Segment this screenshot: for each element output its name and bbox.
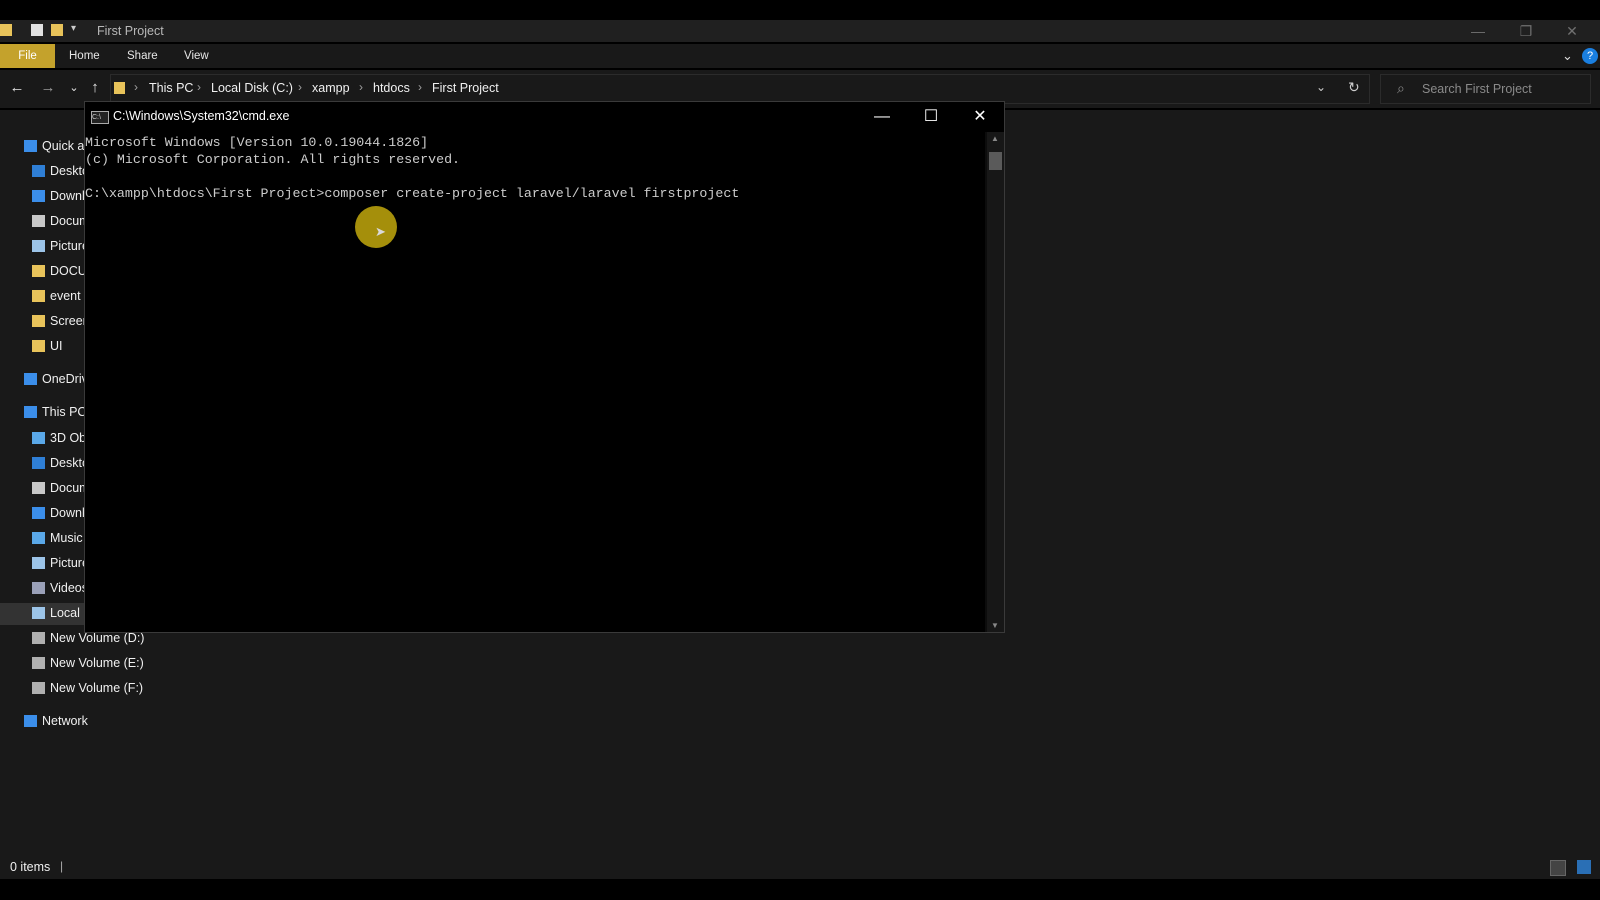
music-icon (32, 532, 45, 544)
desktop-icon (32, 457, 45, 469)
console-line: (c) Microsoft Corporation. All rights re… (85, 152, 461, 167)
details-view-icon[interactable] (1550, 860, 1566, 876)
network-icon (24, 715, 37, 727)
cmd-minimize-button[interactable]: — (859, 102, 905, 132)
status-bar: 0 items | (0, 855, 1600, 879)
recent-locations-icon[interactable]: ⌄ (63, 81, 85, 94)
up-arrow-icon[interactable]: ↑ (84, 79, 106, 96)
console-line: Microsoft Windows [Version 10.0.19044.18… (85, 135, 429, 150)
window-title: First Project (97, 24, 164, 38)
folder-icon (32, 340, 45, 352)
breadcrumb-separator: › (134, 80, 138, 94)
breadcrumb-local-disk[interactable]: Local Disk (C:) (211, 81, 293, 95)
video-icon (32, 582, 45, 594)
document-icon (32, 215, 45, 227)
cloud-icon (24, 373, 37, 385)
sidebar-item-label: UI (50, 339, 63, 353)
breadcrumb-xampp[interactable]: xampp (312, 81, 350, 95)
drive-icon (32, 682, 45, 694)
cmd-maximize-button[interactable]: ☐ (908, 102, 954, 132)
scroll-up-icon[interactable]: ▲ (991, 134, 999, 143)
drive-icon (32, 607, 45, 619)
sidebar-item-label: event (50, 289, 81, 303)
help-icon[interactable]: ? (1582, 48, 1598, 64)
cmd-title: C:\Windows\System32\cmd.exe (113, 109, 290, 123)
breadcrumb-this-pc[interactable]: This PC (149, 81, 193, 95)
minimize-button[interactable]: — (1455, 21, 1501, 41)
document-icon (32, 482, 45, 494)
sidebar-item-label: Videos (50, 581, 88, 595)
scroll-down-icon[interactable]: ▼ (991, 621, 999, 630)
sidebar-item[interactable]: Network (0, 711, 183, 733)
tab-view[interactable]: View (184, 44, 209, 68)
item-count: 0 items (10, 860, 51, 874)
download-icon (32, 507, 45, 519)
customize-quick-access-icon[interactable]: ▾ (71, 23, 83, 35)
search-input[interactable]: ⌕ Search First Project (1380, 74, 1591, 104)
explorer-title-bar: ▾ First Project — ❐ ✕ (0, 20, 1600, 42)
cmd-close-button[interactable]: ✕ (957, 102, 1003, 132)
sidebar-item-label: New Volume (F:) (50, 681, 144, 695)
status-divider: | (60, 859, 64, 873)
folder-icon (32, 290, 45, 302)
breadcrumb-separator: › (197, 80, 201, 94)
scrollbar-thumb[interactable] (989, 152, 1002, 170)
sidebar-item[interactable]: New Volume (E:) (0, 653, 183, 675)
sidebar-item-label: This PC (42, 405, 87, 419)
pc-icon (24, 406, 37, 418)
cmd-app-icon: C:\ (91, 111, 109, 124)
cursor-highlight: ➤ (355, 206, 397, 248)
ribbon-tabs: File Home Share View ⌄ ? (0, 44, 1600, 68)
search-placeholder: Search First Project (1422, 82, 1532, 96)
breadcrumb-separator: › (359, 80, 363, 94)
new-folder-icon[interactable] (51, 24, 63, 36)
search-icon: ⌕ (1397, 80, 1405, 96)
breadcrumb-htdocs[interactable]: htdocs (373, 81, 410, 95)
sidebar-item-label: Music (50, 531, 83, 545)
tab-home[interactable]: Home (69, 44, 100, 68)
large-icons-view-icon[interactable] (1577, 860, 1591, 874)
cmd-scrollbar[interactable]: ▲ ▼ (987, 132, 1004, 632)
star-icon (24, 140, 37, 152)
back-arrow-icon[interactable]: ← (6, 79, 28, 96)
pictures-icon (32, 240, 45, 252)
cmd-title-bar[interactable]: C:\ C:\Windows\System32\cmd.exe — ☐ ✕ (85, 102, 1004, 132)
sidebar-item-label: New Volume (D:) (50, 631, 145, 645)
expand-ribbon-icon[interactable]: ⌄ (1562, 44, 1573, 68)
console-output[interactable]: Microsoft Windows [Version 10.0.19044.18… (85, 132, 985, 632)
refresh-icon[interactable]: ↻ (1348, 79, 1360, 96)
folder-icon (32, 265, 45, 277)
address-bar[interactable]: › This PC › Local Disk (C:) › xampp › ht… (110, 74, 1370, 104)
pictures-icon (32, 557, 45, 569)
tab-share[interactable]: Share (127, 44, 158, 68)
sidebar-item-label: New Volume (E:) (50, 656, 144, 670)
cmd-window[interactable]: C:\ C:\Windows\System32\cmd.exe — ☐ ✕ Mi… (84, 101, 1005, 633)
desktop-icon (32, 165, 45, 177)
sidebar-item-label: Network (42, 714, 88, 728)
forward-arrow-icon[interactable]: → (37, 79, 59, 96)
drive-icon (32, 657, 45, 669)
close-button[interactable]: ✕ (1550, 21, 1594, 41)
mouse-pointer-icon: ➤ (375, 224, 386, 239)
console-line: C:\xampp\htdocs\First Project>composer c… (85, 186, 740, 201)
sidebar-item[interactable]: New Volume (F:) (0, 678, 183, 700)
breadcrumb-first-project[interactable]: First Project (432, 81, 499, 95)
folder-icon (32, 315, 45, 327)
folder-icon (0, 24, 12, 36)
address-dropdown-icon[interactable]: ⌄ (1316, 80, 1326, 94)
breadcrumb-separator: › (418, 80, 422, 94)
drive-icon (32, 632, 45, 644)
download-icon (32, 190, 45, 202)
restore-button[interactable]: ❐ (1503, 21, 1549, 41)
breadcrumb-separator: › (298, 80, 302, 94)
tab-file[interactable]: File (0, 44, 55, 68)
cube-icon (32, 432, 45, 444)
folder-icon (114, 82, 125, 94)
properties-icon[interactable] (31, 24, 43, 36)
